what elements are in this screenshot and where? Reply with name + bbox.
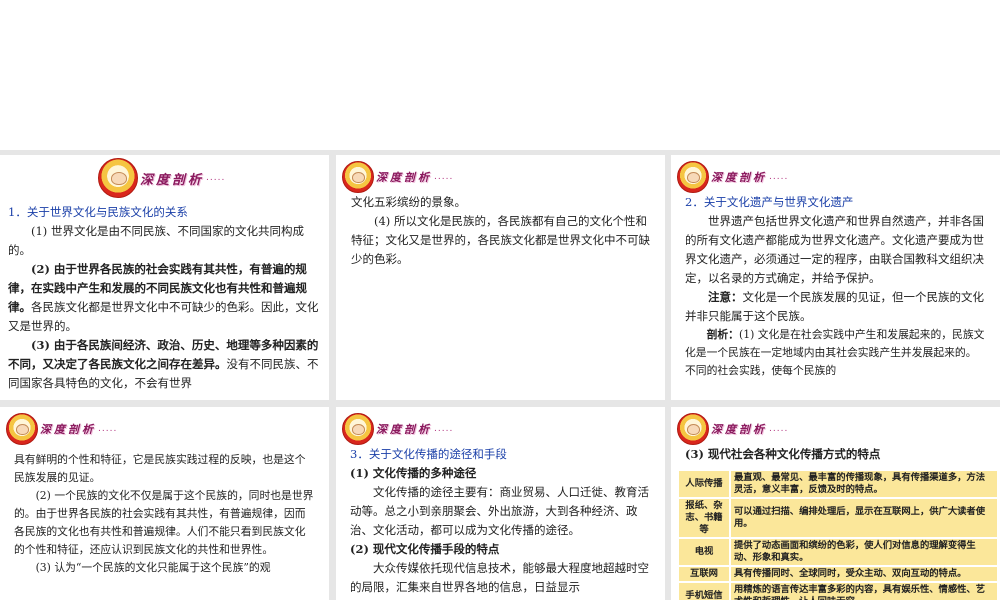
paragraph-1: (1) 世界文化是由不同民族、不同国家的文化共同构成的。 <box>8 224 304 257</box>
cartoon-badge-icon <box>6 413 38 445</box>
analysis-logo: 深度剖析 ..... <box>342 413 453 445</box>
table-row: 人际传播 最直观、最常见、最丰富的传播现象，具有传播渠道多，方法灵活，意义丰富，… <box>679 471 997 497</box>
logo-dots: ..... <box>769 172 789 182</box>
slide-1[interactable]: 深度剖析 ..... 1．关于世界文化与民族文化的关系 (1) 世界文化是由不同… <box>0 155 329 400</box>
cartoon-badge-icon <box>677 413 709 445</box>
logo-text: 深度剖析 <box>40 423 96 436</box>
analysis-paragraph: 剖析：(1) 文化是在社会实践中产生和发展起来的，民族文化是一个民族在一定地域内… <box>685 326 987 380</box>
media-description: 提供了动态画面和缤纷的色彩，使人们对信息的理解变得生动、形象和真实。 <box>731 539 997 565</box>
table-row: 报纸、杂志、书籍等 可以通过扫描、编排处理后，显示在互联网上，供广大读者使用。 <box>679 499 997 537</box>
paragraph-1: 文化传播的途径主要有：商业贸易、人口迁徙、教育活动等。总之小到亲朋聚会、外出旅游… <box>350 485 649 537</box>
paragraph-3: (3) 认为“一个民族的文化只能属于这个民族”的观 <box>35 561 271 574</box>
note-paragraph: 注意：文化是一个民族发展的见证，但一个民族的文化并非只能属于这个民族。 <box>685 288 987 326</box>
slide-4[interactable]: 深度剖析 ..... 具有鲜明的个性和特征，它是民族实践过程的反映，也是这个民族… <box>0 407 329 600</box>
subheading-2: (2) 现代文化传播手段的特点 <box>350 542 500 556</box>
paragraph-2: (2) 一个民族的文化不仅是属于这个民族的，同时也是世界的。由于世界各民族的社会… <box>14 489 314 556</box>
subheading-1: (1) 文化传播的多种途径 <box>350 466 477 480</box>
table-row: 电视 提供了动态画面和缤纷的色彩，使人们对信息的理解变得生动、形象和真实。 <box>679 539 997 565</box>
paragraph-1: 具有鲜明的个性和特征，它是民族实践过程的反映，也是这个民族发展的见证。 <box>14 453 306 484</box>
logo-dots: ..... <box>206 173 226 183</box>
table-row: 手机短信 用精炼的语言传达丰富多彩的内容，具有娱乐性、情感性、艺术性和哲理性，让… <box>679 583 997 600</box>
analysis-logo: 深度剖析 ..... <box>677 161 788 193</box>
analysis-label: 剖析： <box>706 328 739 341</box>
slide-2[interactable]: 深度剖析 ..... 文化五彩缤纷的景象。 (4) 所以文化是民族的，各民族都有… <box>336 155 665 400</box>
slide-6-content: (3) 现代社会各种文化传播方式的特点 <box>685 445 987 464</box>
media-name: 人际传播 <box>679 471 731 497</box>
paragraph-2-rest: 各民族文化都是世界文化中不可缺少的色彩。因此，文化又是世界的。 <box>8 300 319 333</box>
media-name: 电视 <box>679 539 731 565</box>
slide-3-content: 2．关于文化遗产与世界文化遗产 世界遗产包括世界文化遗产和世界自然遗产，并非各国… <box>685 193 987 380</box>
media-name: 互联网 <box>679 567 731 581</box>
slide-1-content: 1．关于世界文化与民族文化的关系 (1) 世界文化是由不同民族、不同国家的文化共… <box>8 203 320 393</box>
logo-text: 深度剖析 <box>376 423 432 436</box>
media-description: 用精炼的语言传达丰富多彩的内容，具有娱乐性、情感性、艺术性和哲理性，让人回味无穷… <box>731 583 997 600</box>
paragraph-1: 文化五彩缤纷的景象。 <box>351 195 466 209</box>
cartoon-badge-icon <box>342 413 374 445</box>
section-heading: 2．关于文化遗产与世界文化遗产 <box>685 195 854 209</box>
paragraph-1: 世界遗产包括世界文化遗产和世界自然遗产，并非各国的所有文化遗产都能成为世界文化遗… <box>685 214 984 285</box>
analysis-logo: 深度剖析 ..... <box>342 161 453 193</box>
media-description: 可以通过扫描、编排处理后，显示在互联网上，供广大读者使用。 <box>731 499 997 537</box>
paragraph-2: 大众传媒依托现代信息技术，能够最大程度地超越时空的局限，汇集来自世界各地的信息，… <box>350 561 649 594</box>
media-characteristics-table: 人际传播 最直观、最常见、最丰富的传播现象，具有传播渠道多，方法灵活，意义丰富，… <box>679 469 997 600</box>
media-name: 手机短信 <box>679 583 731 600</box>
media-name: 报纸、杂志、书籍等 <box>679 499 731 537</box>
logo-dots: ..... <box>434 172 454 182</box>
section-heading: 1．关于世界文化与民族文化的关系 <box>8 205 188 219</box>
logo-text: 深度剖析 <box>711 423 767 436</box>
section-heading: (3) 现代社会各种文化传播方式的特点 <box>685 447 881 461</box>
cartoon-badge-icon <box>98 158 138 198</box>
analysis-logo: 深度剖析 ..... <box>6 413 117 445</box>
slide-5[interactable]: 深度剖析 ..... 3．关于文化传播的途径和手段 (1) 文化传播的多种途径 … <box>336 407 665 600</box>
paragraph-2: (4) 所以文化是民族的，各民族都有自己的文化个性和特征；文化又是世界的，各民族… <box>351 214 650 266</box>
logo-text: 深度剖析 <box>140 172 205 188</box>
note-label: 注意： <box>708 290 743 304</box>
media-description: 最直观、最常见、最丰富的传播现象，具有传播渠道多，方法灵活，意义丰富，反馈及时的… <box>731 471 997 497</box>
logo-dots: ..... <box>434 424 454 434</box>
slide-4-content: 具有鲜明的个性和特征，它是民族实践过程的反映，也是这个民族发展的见证。 (2) … <box>14 451 316 577</box>
slide-2-content: 文化五彩缤纷的景象。 (4) 所以文化是民族的，各民族都有自己的文化个性和特征；… <box>351 193 651 269</box>
table-row: 互联网 具有传播同时、全球同时，受众主动、双向互动的特点。 <box>679 567 997 581</box>
logo-text: 深度剖析 <box>376 171 432 184</box>
paragraph-2: (2) 由于世界各民族的社会实践有其共性，有普遍的规律，在实践中产生和发展的不同… <box>8 260 320 336</box>
logo-dots: ..... <box>98 424 118 434</box>
top-blank-area <box>0 0 1000 150</box>
analysis-logo: 深度剖析 ..... <box>677 413 788 445</box>
paragraph-3: (3) 由于各民族间经济、政治、历史、地理等多种因素的不同，又决定了各民族文化之… <box>8 336 320 393</box>
media-description: 具有传播同时、全球同时，受众主动、双向互动的特点。 <box>731 567 997 581</box>
slide-6[interactable]: 深度剖析 ..... (3) 现代社会各种文化传播方式的特点 人际传播 最直观、… <box>671 407 1000 600</box>
analysis-logo: 深度剖析 ..... <box>98 158 225 198</box>
section-heading: 3．关于文化传播的途径和手段 <box>350 447 507 461</box>
logo-dots: ..... <box>769 424 789 434</box>
logo-text: 深度剖析 <box>711 171 767 184</box>
cartoon-badge-icon <box>677 161 709 193</box>
slide-5-content: 3．关于文化传播的途径和手段 (1) 文化传播的多种途径 文化传播的途径主要有：… <box>350 445 652 597</box>
cartoon-badge-icon <box>342 161 374 193</box>
slide-3[interactable]: 深度剖析 ..... 2．关于文化遗产与世界文化遗产 世界遗产包括世界文化遗产和… <box>671 155 1000 400</box>
